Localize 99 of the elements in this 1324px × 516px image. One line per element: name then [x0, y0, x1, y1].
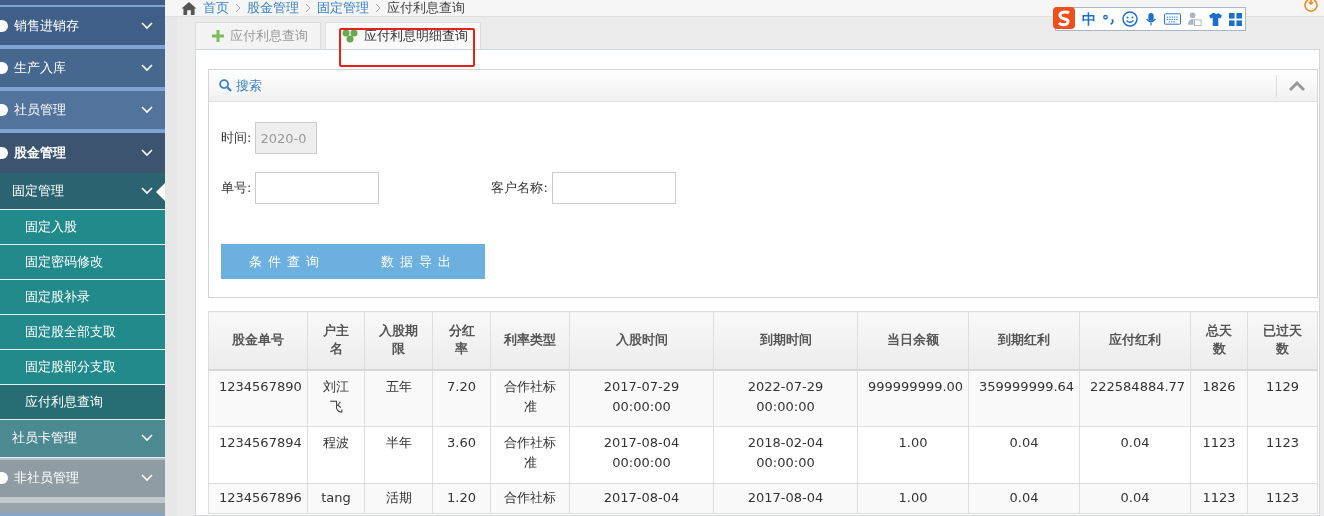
smiley-icon[interactable] — [1122, 11, 1138, 27]
shirt-icon[interactable] — [1208, 11, 1223, 27]
ime-mode-toggle[interactable]: 中 — [1082, 12, 1096, 26]
table-cell: 1123 — [1190, 426, 1248, 484]
table-cell: 合作社标准 — [490, 369, 570, 427]
chevron-down-icon — [141, 21, 153, 30]
table-cell: 刘江飞 — [307, 369, 365, 427]
keyboard-icon[interactable] — [1164, 13, 1181, 25]
chevron-down-icon — [141, 434, 153, 443]
sidebar-item[interactable]: 固定股部分支取 — [0, 349, 165, 385]
table-cell: 2018-02-04 00:00:00 — [713, 426, 858, 484]
table-cell: 1234567894 — [208, 426, 308, 484]
chevron-down-icon — [141, 186, 153, 195]
column-header: 总天数 — [1190, 311, 1248, 370]
table-cell: 五年 — [364, 369, 433, 427]
sidebar-subgroup[interactable]: 固定管理 — [0, 172, 165, 210]
breadcrumb-link[interactable]: 首页 — [203, 1, 229, 15]
column-header: 入股时间 — [569, 311, 714, 370]
table-cell: 程波 — [307, 426, 365, 484]
table-cell: 0.04 — [968, 426, 1080, 484]
column-header: 当日余额 — [857, 311, 969, 370]
table-cell: 1123 — [1247, 483, 1318, 514]
input-field[interactable] — [255, 172, 380, 204]
chevron-up-icon — [1289, 80, 1305, 91]
table-cell: 3.60 — [432, 426, 491, 484]
table-cell: 999999999.00 — [857, 369, 969, 427]
column-header: 入股期限 — [364, 311, 433, 370]
table-cell: 2017-08-04 — [569, 483, 714, 514]
table-cell: 1.20 — [432, 483, 491, 514]
table-cell: 1123 — [1190, 483, 1248, 514]
sidebar-item[interactable]: 应付利息查询 — [0, 384, 165, 420]
table-cell: 1234567890 — [208, 369, 308, 427]
table-cell: 合作社标 — [490, 483, 570, 514]
input-field[interactable] — [551, 172, 676, 204]
table-cell: 1.00 — [857, 483, 969, 514]
cluster-icon — [342, 29, 358, 43]
tab[interactable]: 应付利息明细查询 — [325, 22, 481, 49]
chevron-down-icon — [141, 474, 153, 483]
column-header: 利率类型 — [490, 311, 570, 370]
sidebar-group[interactable]: 生产入库 — [0, 48, 165, 91]
punctuation-icon[interactable] — [1102, 12, 1116, 26]
field-label: 客户名称: — [491, 179, 548, 197]
plus-icon — [212, 30, 224, 42]
table-cell: 0.04 — [968, 483, 1080, 514]
table-cell: 活期 — [364, 483, 433, 514]
sidebar-subgroup[interactable]: 社员卡管理 — [0, 419, 165, 458]
table-cell: tang — [307, 483, 365, 514]
table-cell: 1129 — [1247, 369, 1318, 427]
table-cell: 1123 — [1247, 426, 1318, 484]
column-header: 到期红利 — [968, 311, 1080, 370]
table-cell: 2017-08-04 — [713, 483, 858, 514]
table-cell: 222584884.77 — [1079, 369, 1191, 427]
table-cell: 半年 — [364, 426, 433, 484]
sidebar-item[interactable]: 固定密码修改 — [0, 244, 165, 280]
breadcrumb-separator-icon — [375, 3, 381, 13]
sidebar-group[interactable] — [0, 0, 165, 7]
table-cell: 1826 — [1190, 369, 1248, 427]
table-cell: 0.04 — [1079, 426, 1191, 484]
chevron-down-icon — [141, 148, 153, 157]
table-cell: 7.20 — [432, 369, 491, 427]
table-cell: 1234567896 — [208, 483, 308, 514]
ime-logo-icon[interactable] — [1052, 6, 1076, 30]
breadcrumb-current: 应付利息查询 — [387, 1, 465, 15]
column-header: 到期时间 — [713, 311, 858, 370]
sidebar-group[interactable]: 股金管理 — [0, 132, 165, 173]
sidebar-group[interactable]: 销售进销存 — [0, 6, 165, 49]
table-cell: 2022-07-29 00:00:00 — [713, 369, 858, 427]
user-card-icon[interactable] — [1187, 11, 1202, 27]
exit-icon[interactable] — [1304, 0, 1318, 12]
chevron-down-icon — [141, 105, 153, 114]
sidebar-item[interactable]: 固定入股 — [0, 209, 165, 245]
search-icon — [219, 79, 232, 92]
sidebar-group[interactable]: 社员管理 — [0, 90, 165, 133]
column-header: 户主名 — [307, 311, 365, 370]
column-header: 股金单号 — [208, 311, 308, 370]
microphone-icon[interactable] — [1144, 11, 1158, 27]
panel-title: 搜索 — [236, 76, 263, 95]
column-header: 分红率 — [432, 311, 491, 370]
grid-icon[interactable] — [1229, 12, 1242, 26]
tab[interactable]: 应付利息查询 — [195, 22, 321, 49]
sidebar-item[interactable]: 固定股补录 — [0, 279, 165, 315]
table-cell: 2017-07-29 00:00:00 — [569, 369, 714, 427]
breadcrumb-link[interactable]: 固定管理 — [317, 1, 369, 15]
table-cell: 1.00 — [857, 426, 969, 484]
sidebar-group[interactable]: 非社员管理 — [0, 457, 165, 500]
column-header: 已过天数 — [1247, 311, 1318, 370]
table-cell: 2017-08-04 00:00:00 — [569, 426, 714, 484]
breadcrumb-separator-icon — [235, 3, 241, 13]
chevron-down-icon — [141, 63, 153, 72]
field-label: 单号: — [221, 179, 252, 197]
home-icon — [181, 1, 197, 15]
table-cell: 359999999.64 — [968, 369, 1080, 427]
table-cell: 合作社标准 — [490, 426, 570, 484]
column-header: 应付红利 — [1079, 311, 1191, 370]
field-label: 时间: — [221, 129, 252, 147]
sidebar-item[interactable]: 固定股全部支取 — [0, 314, 165, 350]
table-cell: 0.04 — [1079, 483, 1191, 514]
breadcrumb-link[interactable]: 股金管理 — [247, 1, 299, 15]
breadcrumb-separator-icon — [305, 3, 311, 13]
